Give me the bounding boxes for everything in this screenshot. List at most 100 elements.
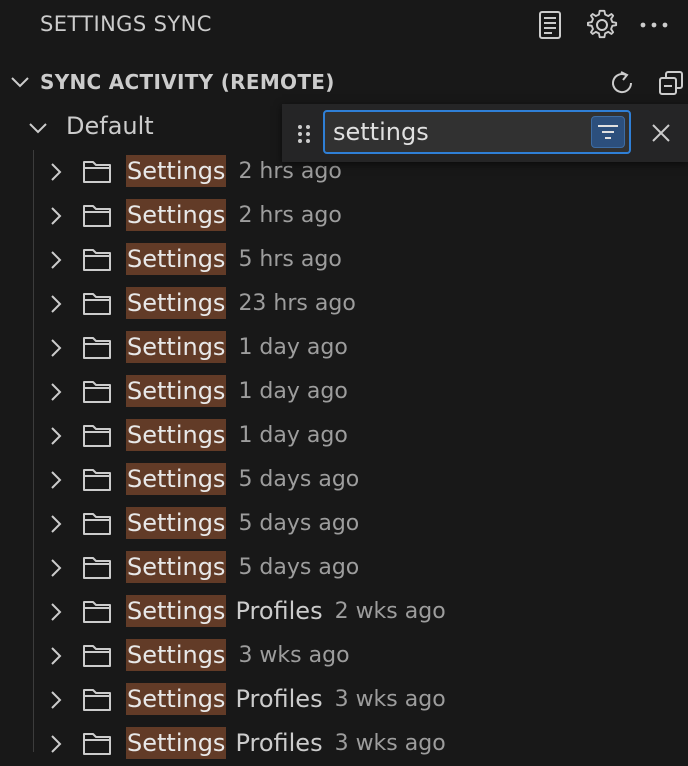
list-item-text: Settings Profiles 3 wks ago [126, 682, 446, 716]
folder-icon [83, 381, 111, 403]
timestamp: 1 day ago [238, 378, 348, 404]
list-item[interactable]: Settings Profiles 3 wks ago [0, 722, 688, 766]
match-highlight: Settings [126, 683, 227, 715]
chevron-right-icon [51, 295, 62, 313]
chevron-right-icon [51, 735, 62, 753]
timestamp: 1 day ago [238, 422, 348, 448]
chevron-right-icon [51, 471, 62, 489]
list-item-suffix: Profiles [235, 685, 323, 713]
chevron-right-icon [51, 515, 62, 533]
list-item-text: Settings 1 day ago [126, 418, 348, 452]
chevron-right-icon [51, 603, 62, 621]
chevron-right-icon [51, 647, 62, 665]
list-item[interactable]: Settings 3 wks ago [0, 634, 688, 678]
list-item[interactable]: Settings 1 day ago [0, 326, 688, 370]
list-item-text: Settings 1 day ago [126, 374, 348, 408]
folder-icon [83, 689, 111, 711]
match-highlight: Settings [126, 639, 227, 671]
refresh-icon[interactable] [606, 66, 640, 100]
notes-icon[interactable] [533, 8, 567, 42]
list-item[interactable]: Settings 5 days ago [0, 458, 688, 502]
folder-icon [83, 469, 111, 491]
match-highlight: Settings [126, 727, 227, 759]
list-item[interactable]: Settings 1 day ago [0, 370, 688, 414]
folder-icon [83, 425, 111, 447]
timestamp: 5 days ago [238, 466, 360, 492]
chevron-right-icon [51, 383, 62, 401]
list-item-text: Settings 2 hrs ago [126, 198, 342, 232]
timestamp: 5 days ago [238, 510, 360, 536]
chevron-down-icon [29, 123, 47, 134]
list-item-text: Settings 1 day ago [126, 330, 348, 364]
section-header-sync-activity[interactable]: SYNC ACTIVITY (REMOTE) [0, 62, 688, 102]
folder-icon [83, 205, 111, 227]
view-header: SETTINGS SYNC [0, 0, 688, 52]
list-item-text: Settings 3 wks ago [126, 638, 350, 672]
timestamp: 3 wks ago [334, 686, 446, 712]
match-highlight: Settings [126, 419, 227, 451]
match-highlight: Settings [126, 155, 227, 187]
timestamp: 3 wks ago [238, 642, 350, 668]
chevron-right-icon [51, 339, 62, 357]
profile-label: Default [66, 112, 154, 140]
folder-icon [83, 337, 111, 359]
list-item[interactable]: Settings 1 day ago [0, 414, 688, 458]
chevron-right-icon [51, 691, 62, 709]
list-item-text: Settings 5 days ago [126, 462, 359, 496]
list-item[interactable]: Settings 5 days ago [0, 546, 688, 590]
list-item[interactable]: Settings 5 hrs ago [0, 238, 688, 282]
folder-icon [83, 249, 111, 271]
chevron-right-icon [51, 427, 62, 445]
folder-icon [83, 293, 111, 315]
close-icon[interactable] [646, 118, 676, 148]
list-item-text: Settings Profiles 3 wks ago [126, 726, 446, 760]
match-highlight: Settings [126, 243, 227, 275]
filter-icon[interactable] [591, 116, 625, 148]
list-item-text: Settings 23 hrs ago [126, 286, 356, 320]
list-item[interactable]: Settings 23 hrs ago [0, 282, 688, 326]
list-item-suffix: Profiles [235, 729, 323, 757]
timestamp: 5 days ago [238, 554, 360, 580]
list-item-text: Settings Profiles 2 wks ago [126, 594, 446, 628]
timestamp: 2 hrs ago [238, 158, 342, 184]
chevron-right-icon [51, 207, 62, 225]
folder-icon [83, 513, 111, 535]
filter-input-box [323, 110, 631, 154]
view-title: SETTINGS SYNC [40, 12, 212, 36]
gear-icon[interactable] [585, 8, 619, 42]
match-highlight: Settings [126, 375, 227, 407]
folder-icon [83, 161, 111, 183]
list-item[interactable]: Settings 2 hrs ago [0, 194, 688, 238]
timestamp: 23 hrs ago [238, 290, 356, 316]
filter-input[interactable] [333, 116, 583, 148]
match-highlight: Settings [126, 287, 227, 319]
drag-grip-icon[interactable] [294, 123, 314, 145]
match-highlight: Settings [126, 463, 227, 495]
timestamp: 5 hrs ago [238, 246, 342, 272]
match-highlight: Settings [126, 507, 227, 539]
match-highlight: Settings [126, 331, 227, 363]
folder-icon [83, 557, 111, 579]
folder-icon [83, 601, 111, 623]
match-highlight: Settings [126, 199, 227, 231]
list-item-text: Settings 5 days ago [126, 550, 359, 584]
timestamp: 2 hrs ago [238, 202, 342, 228]
list-item-text: Settings 5 days ago [126, 506, 359, 540]
list-item[interactable]: Settings 5 days ago [0, 502, 688, 546]
chevron-right-icon [51, 251, 62, 269]
list-item[interactable]: Settings Profiles 3 wks ago [0, 678, 688, 722]
more-icon[interactable] [637, 8, 671, 42]
chevron-down-icon [11, 77, 29, 88]
chevron-right-icon [51, 163, 62, 181]
timestamp: 2 wks ago [334, 598, 446, 624]
folder-icon [83, 645, 111, 667]
collapse-all-icon[interactable] [654, 66, 688, 100]
folder-icon [83, 733, 111, 755]
match-highlight: Settings [126, 551, 227, 583]
timestamp: 1 day ago [238, 334, 348, 360]
tree-filter-widget [282, 104, 688, 162]
match-highlight: Settings [126, 595, 227, 627]
chevron-right-icon [51, 559, 62, 577]
list-item[interactable]: Settings Profiles 2 wks ago [0, 590, 688, 634]
list-item-text: Settings 5 hrs ago [126, 242, 342, 276]
